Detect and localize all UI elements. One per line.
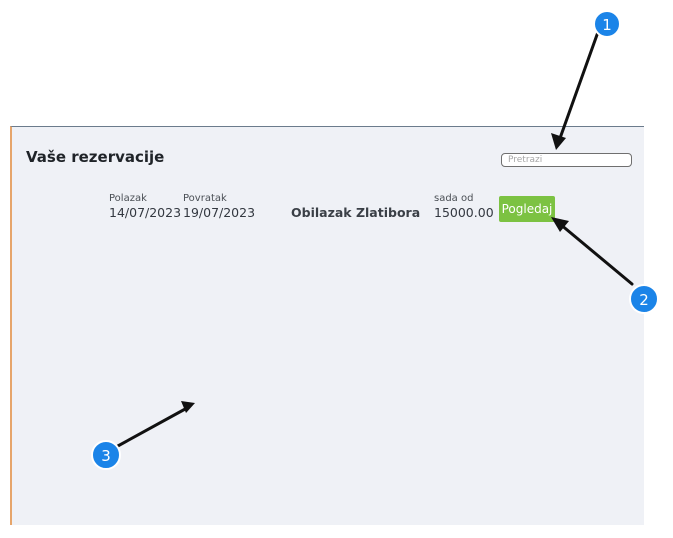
reservations-panel: Vaše rezervacije Polazak 14/07/2023 Povr… [10,126,644,525]
search-input[interactable] [501,153,632,167]
page-title: Vaše rezervacije [26,148,165,166]
price-value: 15000.00 [434,205,494,220]
reservation-row: Polazak 14/07/2023 Povratak 19/07/2023 O… [12,189,644,229]
view-button[interactable]: Pogledaj [499,196,555,222]
departure-column: Polazak 14/07/2023 [109,193,181,220]
price-label: sada od [434,193,474,204]
departure-date: 14/07/2023 [109,205,182,220]
return-date: 19/07/2023 [183,205,256,220]
tour-name: Obilazak Zlatibora [291,205,421,220]
price-column: sada od 15000.00 [434,193,494,220]
return-column: Povratak 19/07/2023 [183,193,255,220]
annotation-badge-1-label: 1 [602,16,612,34]
annotation-badge-1: 1 [593,10,621,38]
departure-label: Polazak [109,193,147,204]
return-label: Povratak [183,193,227,204]
